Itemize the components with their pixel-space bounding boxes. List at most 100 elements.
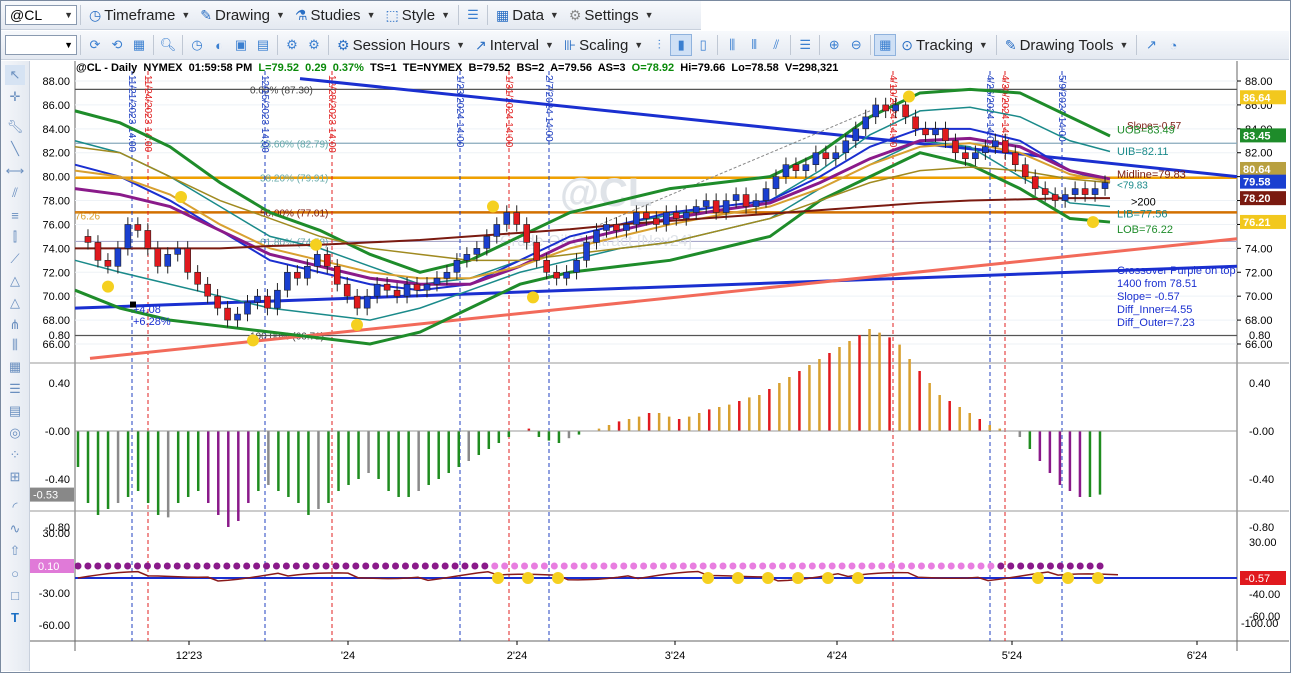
tracking-label: Tracking bbox=[915, 36, 973, 54]
clock-icon[interactable]: ◷ bbox=[186, 34, 208, 56]
fib-grid-icon[interactable]: ▦ bbox=[5, 357, 25, 377]
signal-dot bbox=[858, 562, 866, 570]
timeframe-menu[interactable]: ◷ Timeframe ▼ bbox=[84, 3, 195, 27]
interval-menu[interactable]: ↗ Interval ▼ bbox=[470, 33, 559, 57]
signal-dot bbox=[203, 562, 211, 570]
settings-icon[interactable]: ⚙ bbox=[281, 34, 303, 56]
pointer-icon[interactable]: ↖ bbox=[5, 65, 25, 85]
candle bbox=[184, 248, 191, 273]
triangle-outline-icon[interactable]: △ bbox=[5, 293, 25, 313]
candle bbox=[1002, 140, 1009, 154]
vertical-bars-icon[interactable]: ⫼ bbox=[5, 335, 25, 355]
drawing-label: Drawing bbox=[215, 6, 271, 24]
price-axis-label-left: 76.00 bbox=[42, 219, 70, 231]
divider bbox=[1136, 35, 1138, 55]
candlestick-icon[interactable]: ▮ bbox=[670, 34, 693, 56]
volume-bars-icon[interactable]: ⫼ bbox=[721, 34, 743, 56]
palette-icon[interactable]: ◐ bbox=[208, 34, 230, 56]
candle bbox=[443, 271, 451, 279]
tracking-menu[interactable]: ⊙ Tracking ▼ bbox=[896, 33, 993, 57]
candle bbox=[812, 152, 820, 165]
drawing-menu[interactable]: ✎ Drawing ▼ bbox=[195, 3, 290, 27]
signal-dot bbox=[94, 562, 102, 570]
candle bbox=[932, 128, 939, 136]
signal-dot bbox=[709, 562, 717, 570]
price-axis-label-left: 78.00 bbox=[42, 196, 70, 208]
symbol-input[interactable]: @CL ▼ bbox=[5, 5, 77, 25]
fan-icon[interactable]: ⟋ bbox=[5, 249, 25, 269]
studies-menu[interactable]: ⚗ Studies ▼ bbox=[290, 3, 381, 27]
signal-dot bbox=[769, 562, 777, 570]
triangle-icon[interactable]: △ bbox=[5, 271, 25, 291]
ellipse-icon[interactable]: ○ bbox=[5, 563, 25, 583]
candle bbox=[323, 254, 331, 267]
gann-icon[interactable]: ▤ bbox=[5, 401, 25, 421]
style-menu[interactable]: ⬚ Style ▼ bbox=[380, 3, 455, 27]
signal-dot bbox=[947, 562, 955, 570]
signal-dot bbox=[838, 562, 846, 570]
time-axis-label: 5'24 bbox=[1002, 650, 1022, 662]
data-table-icon[interactable]: ▦ bbox=[874, 34, 897, 56]
channel-icon[interactable]: ⫽ bbox=[5, 183, 25, 203]
arc-icon[interactable]: ◜ bbox=[5, 497, 25, 517]
header-hi: Hi=79.66 bbox=[680, 62, 726, 74]
scaling-menu[interactable]: ⊪ Scaling ▼ bbox=[559, 33, 648, 57]
price-axis-label-left: 68.00 bbox=[42, 315, 70, 327]
spiral-icon[interactable]: ◎ bbox=[5, 423, 25, 443]
grid-icon[interactable]: ▦ bbox=[128, 34, 150, 56]
add-chart-icon[interactable]: ↗ bbox=[1140, 34, 1162, 56]
chart-options-icon[interactable]: ◔ bbox=[1162, 34, 1184, 56]
rectangle-icon[interactable]: □ bbox=[5, 585, 25, 605]
parallel-lines-icon[interactable]: ≡ bbox=[5, 205, 25, 225]
candle bbox=[662, 212, 670, 225]
wave-icon[interactable]: ∿ bbox=[5, 519, 25, 539]
data-menu[interactable]: ▦ Data ▼ bbox=[491, 3, 564, 27]
symbol-settings-icon[interactable]: ⚙ bbox=[303, 34, 325, 56]
chart-image-icon[interactable]: ▣ bbox=[230, 34, 252, 56]
crosshair-icon[interactable]: ✛ bbox=[5, 87, 25, 107]
signal-dot bbox=[788, 562, 796, 570]
signal-dot bbox=[322, 562, 330, 570]
settings-menu[interactable]: ⚙ Settings ▼ bbox=[564, 3, 659, 27]
equivolume-icon[interactable]: ⫽ bbox=[765, 34, 787, 56]
hollow-candle-icon[interactable]: ▯ bbox=[692, 34, 714, 56]
zoom-in-icon[interactable]: ⊕ bbox=[823, 34, 845, 56]
histogram-icon[interactable]: ⫴ bbox=[743, 34, 765, 56]
bar-chart-icon[interactable]: ▤ bbox=[252, 34, 274, 56]
session-hours-menu[interactable]: ⚙ Session Hours ▼ bbox=[332, 33, 470, 57]
candle bbox=[144, 230, 152, 249]
layout-icon[interactable]: ☰ bbox=[462, 4, 484, 26]
style-icon: ⬚ bbox=[385, 6, 399, 23]
interval-label: Interval bbox=[489, 36, 539, 54]
horizontal-line-icon[interactable]: ⟷ bbox=[5, 161, 25, 181]
zoom-search-icon[interactable]: 🔍︎ bbox=[157, 34, 179, 56]
wrench-icon[interactable]: 🔧︎ bbox=[5, 117, 25, 137]
drawing-sidebar: ↖ ✛ 🔧︎ ╲ ⟷ ⫽ ≡ ⫿ ⟋ △ △ ⋔ ⫼ ▦ ☰ ▤ ◎ ⁘ ⊞ ◜… bbox=[1, 61, 30, 671]
osc-axis-label-left: 0.80 bbox=[49, 330, 70, 342]
chevron-down-icon[interactable]: ▼ bbox=[64, 10, 73, 20]
arrow-up-icon[interactable]: ⇧ bbox=[5, 541, 25, 561]
osc-axis-label: 0.40 bbox=[1249, 378, 1270, 390]
zoom-out-icon[interactable]: ⊖ bbox=[845, 34, 867, 56]
layout-icon[interactable]: ☰ bbox=[794, 34, 816, 56]
price-chart[interactable]: 88.00 86.00 84.00 82.00 80.00 78.00 76.00 74.00… bbox=[30, 61, 1289, 671]
candle bbox=[872, 104, 879, 118]
dots-icon[interactable]: ⁘ bbox=[5, 445, 25, 465]
candle bbox=[503, 212, 511, 225]
studies-label: Studies bbox=[310, 6, 361, 24]
candle bbox=[264, 295, 271, 309]
text-tool-icon[interactable]: T bbox=[5, 607, 25, 627]
ohlc-bar-icon[interactable]: ⫶ bbox=[648, 34, 670, 56]
trendline-icon[interactable]: ╲ bbox=[5, 139, 25, 159]
header-exchange: NYMEX bbox=[143, 62, 183, 74]
candle bbox=[992, 140, 999, 148]
fib-retracement-icon[interactable]: ☰ bbox=[5, 379, 25, 399]
refresh-all-icon[interactable]: ⟲ bbox=[106, 34, 128, 56]
refresh-icon[interactable]: ⟳ bbox=[84, 34, 106, 56]
regression-icon[interactable]: ⫿ bbox=[5, 227, 25, 247]
pitchfork-icon[interactable]: ⋔ bbox=[5, 315, 25, 335]
price-axis-label: 72.00 bbox=[1245, 267, 1273, 279]
chart-selector[interactable]: ▼ bbox=[5, 35, 77, 55]
drawing-tools-menu[interactable]: ✎ Drawing Tools ▼ bbox=[1000, 33, 1134, 57]
cycle-icon[interactable]: ⊞ bbox=[5, 467, 25, 487]
